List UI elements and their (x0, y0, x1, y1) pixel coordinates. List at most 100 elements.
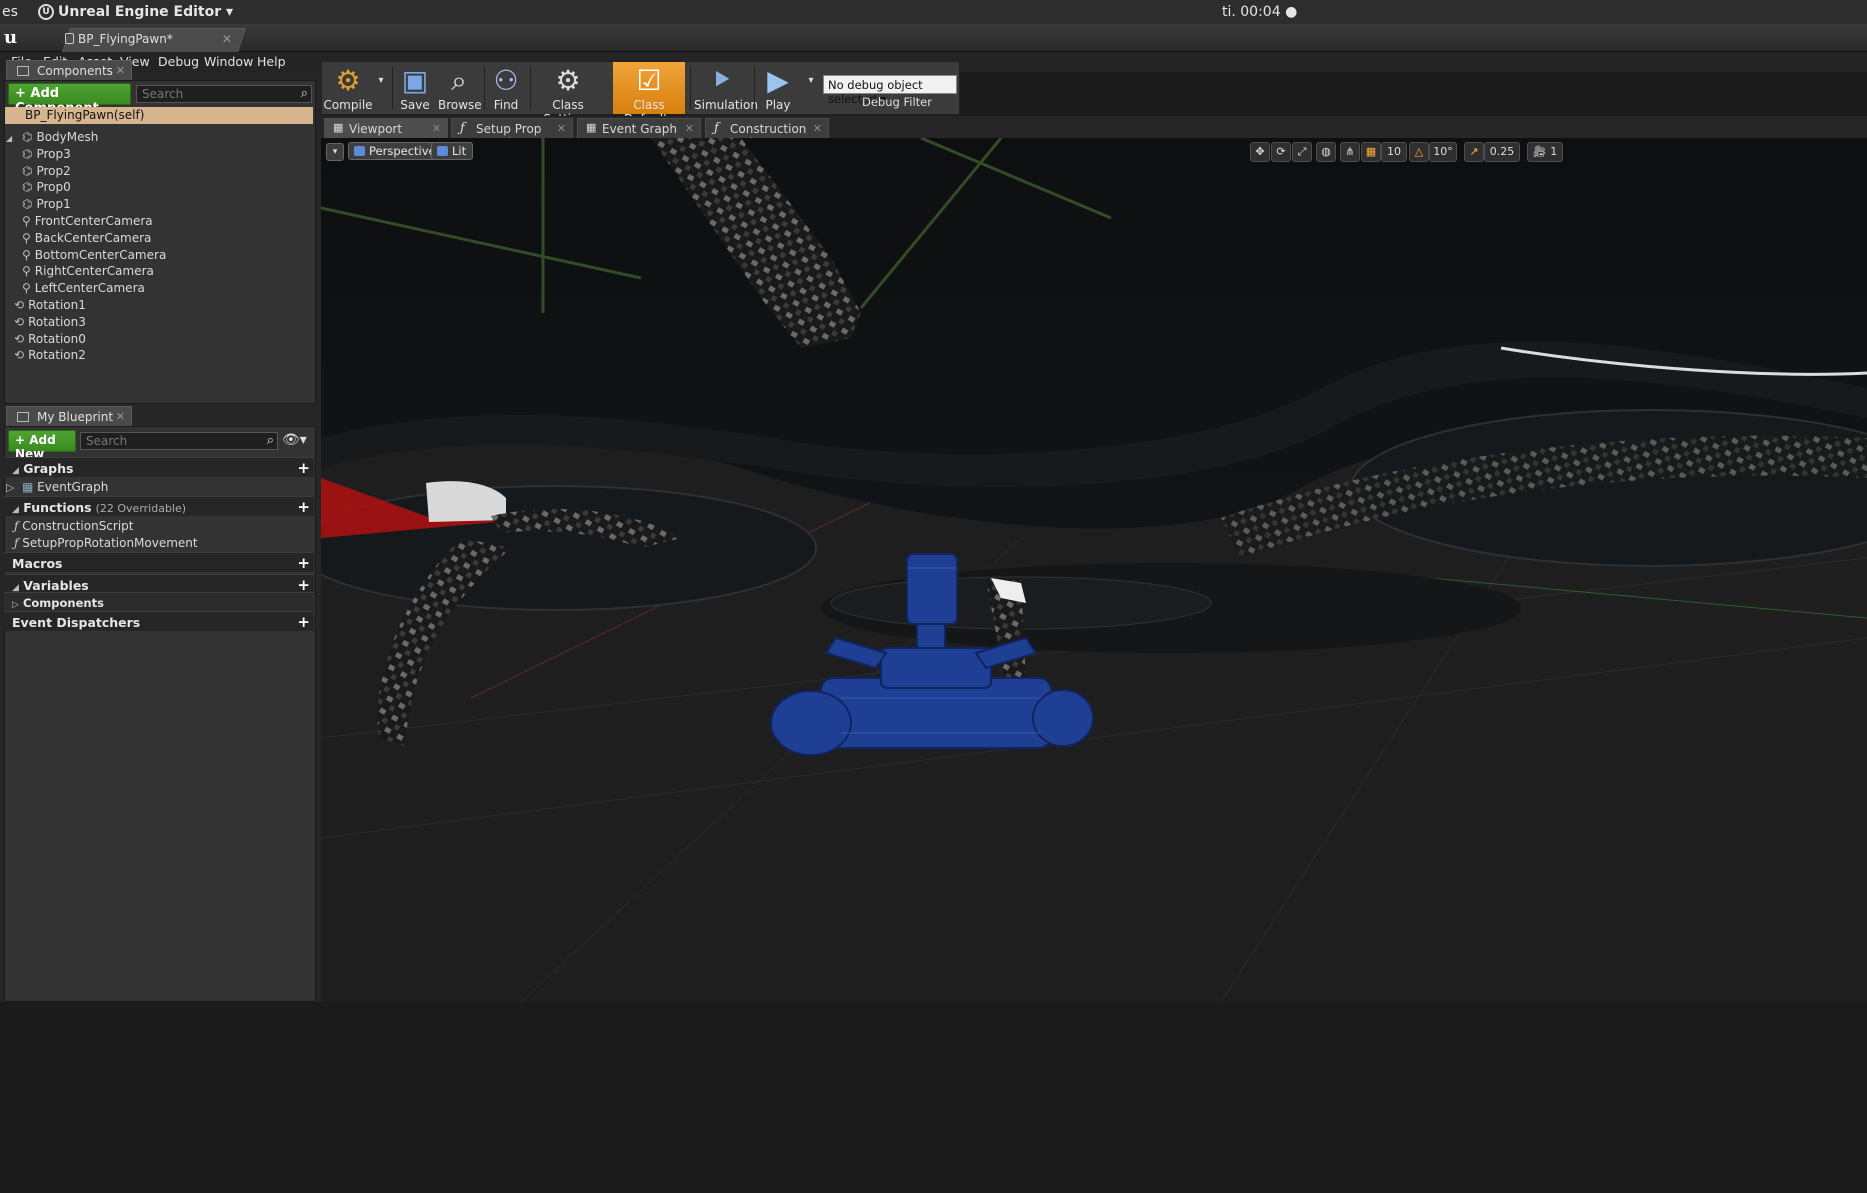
component-tree-label: LeftCenterCamera (34, 281, 145, 296)
class-defaults-button[interactable]: ☑ Class Defaults (613, 62, 685, 126)
compile-label: Compile (323, 98, 373, 112)
mesh-component-icon: ⌬ (22, 130, 33, 144)
mesh-component-icon: ⌬ (22, 163, 33, 178)
component-tree-item[interactable]: ⟲ Rotation2 (14, 348, 86, 362)
rotation-snap-icon[interactable]: △ (1409, 142, 1429, 162)
rotate-mode-icon[interactable]: ⟳ (1271, 142, 1291, 162)
camera-speed-button[interactable]: 🎥︎ 1 (1527, 142, 1563, 162)
component-tree-label: BodyMesh (36, 130, 99, 144)
tab-setup-prop[interactable]: ƒ Setup Prop Rotatic ✕ (451, 118, 573, 150)
app-menu[interactable]: Unreal Engine Editor ▾ (58, 4, 233, 20)
compile-options-dropdown[interactable]: ▾ (374, 62, 388, 114)
event-graph-item[interactable]: ▷ ▦ EventGraph (6, 480, 108, 494)
my-blueprint-tab[interactable]: My Blueprint ✕ (6, 406, 132, 426)
components-tab[interactable]: Components ✕ (6, 60, 132, 80)
tab-event-graph[interactable]: ▦ Event Graph ✕ (577, 118, 701, 138)
view-options-eye-icon[interactable]: 👁▾ (282, 432, 307, 448)
tab-viewport[interactable]: ▦ Viewport ✕ (324, 118, 448, 138)
self-component-row[interactable]: BP_FlyingPawn(self) (5, 107, 313, 124)
setup-prop-function-item[interactable]: ƒ SetupPropRotationMovement (14, 536, 198, 550)
translate-mode-icon[interactable]: ✥ (1250, 142, 1270, 162)
browse-button[interactable]: ⌕ Browse (438, 62, 482, 114)
variables-section-header[interactable]: ◢ Variables + (4, 574, 314, 594)
class-settings-button[interactable]: ⚙ Class Settings (532, 62, 604, 126)
collapse-arrow-icon[interactable]: ◢ (6, 134, 18, 143)
component-tree-item[interactable]: ⚲ BackCenterCamera (22, 231, 151, 245)
add-component-button[interactable]: + Add Component (8, 83, 131, 116)
lit-mode-button[interactable]: Lit (431, 142, 474, 160)
add-macro-plus-icon[interactable]: + (297, 554, 310, 572)
component-tree-item[interactable]: ⌬ Prop0 (22, 180, 71, 194)
surface-snap-icon[interactable]: ⋔ (1340, 142, 1360, 162)
blueprint-search-input[interactable]: Search ⌕ (80, 432, 278, 450)
menu-window[interactable]: Window (204, 54, 253, 69)
component-tree-item[interactable]: ⚲ RightCenterCamera (22, 264, 154, 278)
camera-component-icon: ⚲ (22, 247, 31, 262)
menu-debug[interactable]: Debug (158, 54, 199, 69)
component-tree-label: FrontCenterCamera (34, 214, 153, 228)
component-tree-item[interactable]: ⚲ FrontCenterCamera (22, 214, 153, 228)
macros-section-header[interactable]: Macros + (4, 552, 314, 572)
unreal-app-icon: U (38, 4, 54, 20)
add-new-button[interactable]: + Add New (8, 430, 76, 461)
grid-snap-icon[interactable]: ▦ (1361, 142, 1381, 162)
os-left-fragment: es (2, 4, 18, 20)
viewport-3d[interactable]: ▾ Perspective Lit ✥ ⟳ ⤢ ◍ ⋔ ▦ 10 △ 10° ↗… (321, 138, 1867, 1002)
tab-event-graph-close-icon[interactable]: ✕ (685, 122, 694, 135)
rotation-snap-value[interactable]: 10° (1429, 142, 1457, 162)
graphs-section-header[interactable]: ◢ Graphs + (4, 457, 314, 477)
components-tab-close-icon[interactable]: ✕ (116, 64, 125, 77)
find-button[interactable]: ⚇ Find (486, 62, 526, 114)
blueprint-doc-icon (65, 33, 74, 44)
component-tree-item[interactable]: ⌬ Prop3 (22, 147, 71, 161)
add-function-plus-icon[interactable]: + (297, 498, 310, 516)
function-tab-icon: ƒ (714, 121, 719, 136)
simulation-icon: ⯈ (710, 64, 734, 97)
component-tree-item[interactable]: ⌬ Prop2 (22, 164, 71, 178)
tab-event-graph-label: Event Graph (602, 122, 677, 136)
components-subsection-header[interactable]: ▷ Components (4, 592, 314, 612)
functions-section-header[interactable]: ◢ Functions (22 Overridable) + (4, 496, 314, 516)
document-tab-close-icon[interactable]: ✕ (222, 32, 232, 46)
component-tree-item[interactable]: ⟲ Rotation3 (14, 315, 86, 329)
component-tree-item[interactable]: ⚲ BottomCenterCamera (22, 248, 166, 262)
expand-arrow-icon[interactable]: ▷ (6, 481, 18, 494)
component-tree-item[interactable]: ⟲ Rotation0 (14, 332, 86, 346)
scale-mode-icon[interactable]: ⤢ (1292, 142, 1312, 162)
compile-button[interactable]: ⚙ Compile (323, 62, 373, 114)
tab-setup-prop-close-icon[interactable]: ✕ (557, 122, 566, 135)
simulation-button[interactable]: ⯈ Simulation (694, 62, 758, 114)
mesh-component-icon: ⌬ (22, 146, 33, 161)
add-dispatcher-plus-icon[interactable]: + (297, 613, 310, 631)
component-tree-item[interactable]: ⌬ Prop1 (22, 197, 71, 211)
graph-tab-icon: ▦ (586, 121, 597, 134)
component-tree-label: Rotation2 (28, 348, 86, 363)
tab-construction-script-close-icon[interactable]: ✕ (813, 122, 822, 135)
my-blueprint-tab-close-icon[interactable]: ✕ (116, 410, 125, 423)
component-tree-item[interactable]: ⚲ LeftCenterCamera (22, 281, 145, 295)
scale-snap-value[interactable]: 0.25 (1484, 142, 1520, 162)
debug-object-select[interactable]: No debug object selected ▾ (823, 75, 957, 106)
menu-help[interactable]: Help (257, 54, 286, 69)
viewport-options-dropdown[interactable]: ▾ (326, 143, 344, 161)
os-clock[interactable]: ti. 00:04 ● (1222, 4, 1297, 20)
components-search-input[interactable]: Search ⌕ (136, 85, 312, 103)
add-graph-plus-icon[interactable]: + (297, 459, 310, 477)
component-tree-item[interactable]: ◢ ⌬ BodyMesh (6, 130, 98, 144)
function-icon: ƒ (14, 536, 19, 550)
construction-script-item[interactable]: ƒ ConstructionScript (14, 519, 134, 533)
component-tree-label: BottomCenterCamera (34, 247, 167, 262)
event-dispatchers-section-header[interactable]: Event Dispatchers + (4, 611, 314, 631)
perspective-button[interactable]: Perspective (348, 142, 443, 160)
play-button[interactable]: ▶ Play (758, 62, 798, 114)
viewport-tab-icon: ▦ (333, 121, 344, 134)
component-tree-item[interactable]: ⟲ Rotation1 (14, 298, 86, 312)
grid-snap-value[interactable]: 10 (1381, 142, 1407, 162)
setup-prop-label: SetupPropRotationMovement (22, 536, 198, 550)
world-local-icon[interactable]: ◍ (1316, 142, 1336, 162)
play-options-dropdown[interactable]: ▾ (804, 62, 818, 114)
save-button[interactable]: ▣ Save (394, 62, 436, 114)
tab-viewport-close-icon[interactable]: ✕ (432, 122, 441, 135)
tab-construction-script[interactable]: ƒ Construction Scrip ✕ (705, 118, 829, 150)
scale-snap-icon[interactable]: ↗ (1464, 142, 1484, 162)
